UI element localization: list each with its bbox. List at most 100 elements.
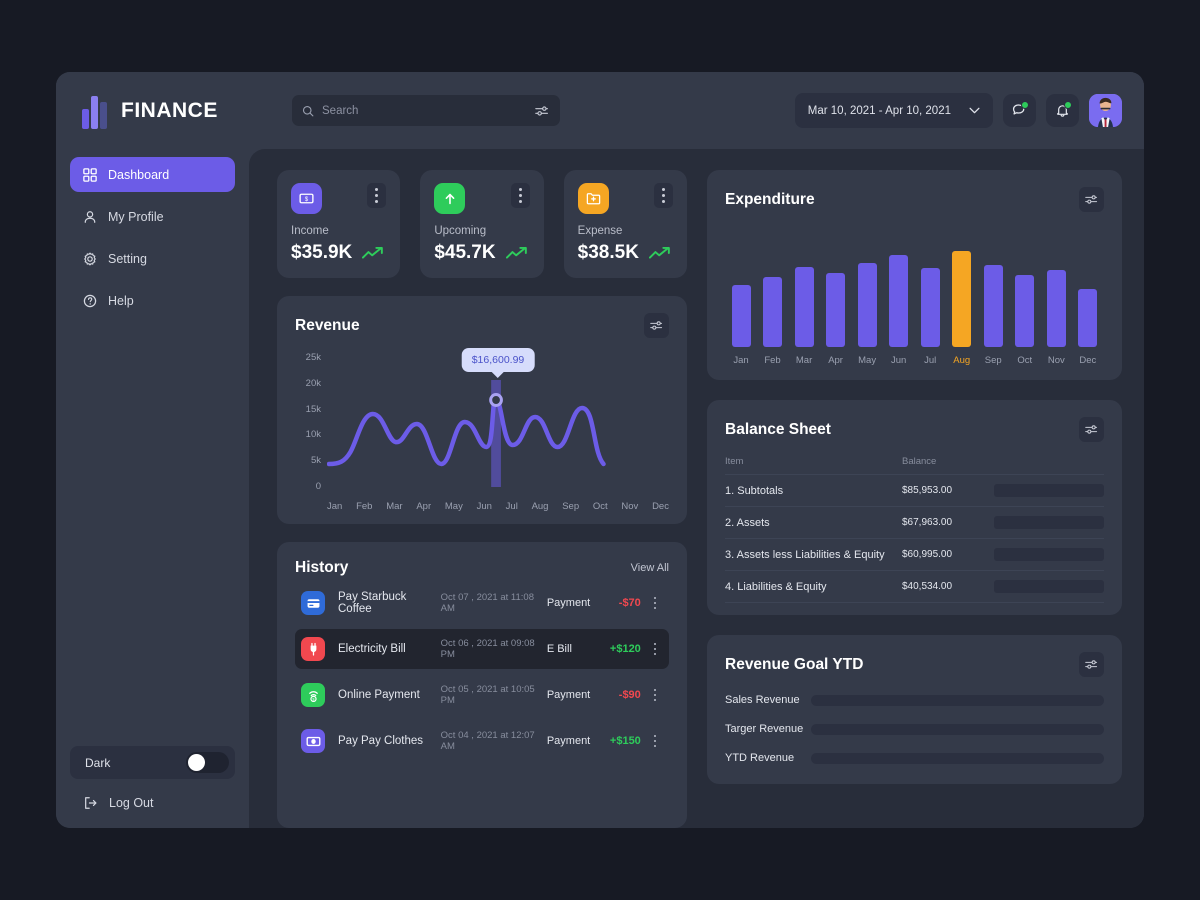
expenditure-bar[interactable] [920,268,940,347]
sliders-icon [1085,660,1098,669]
balance-amount: $60,995.00 [902,549,953,560]
trend-up-icon [505,246,527,259]
logout-button[interactable]: Log Out [70,796,235,810]
table-row[interactable]: 2. Assets $67,963.00 [725,507,1104,539]
history-row[interactable]: $ Online Payment Oct 05 , 2021 at 10:05 PM… [295,675,669,715]
expenditure-bar-group[interactable]: Jan [729,285,753,366]
revenue-goal-title: Revenue Goal YTD [725,655,864,673]
stat-card-upcoming[interactable]: Upcoming $45.7K [420,170,544,278]
balance-item-label: 2. Assets [725,516,770,529]
revenue-goal-card: Revenue Goal YTD Sales Revenue Targer Rev… [707,635,1122,784]
expenditure-bar[interactable] [1046,270,1066,347]
grid-icon [83,167,97,182]
history-row[interactable]: Pay Pay Clothes Oct 04 , 2021 at 12:07 AM… [295,721,669,761]
stat-label: Income [291,225,329,237]
expenditure-bar-label: Aug [953,355,971,366]
theme-switch[interactable] [186,752,229,773]
expenditure-bar[interactable] [731,285,751,347]
transaction-name: Electricity Bill [338,643,406,655]
expenditure-card: Expenditure Jan Feb Mar Apr May Jun Jul Aug Sep O… [707,170,1122,380]
transaction-menu-button[interactable] [649,734,661,748]
expenditure-bar-group[interactable]: Aug [950,251,974,366]
stat-value: $45.7K [434,242,496,263]
trend-up-icon [648,246,670,259]
stat-card-menu-button[interactable] [367,183,387,208]
history-row[interactable]: Pay Starbuck Coffee Oct 07 , 2021 at 11:0… [295,583,669,623]
transaction-name: Pay Pay Clothes [338,735,424,747]
expenditure-bar-group[interactable]: Oct [1013,275,1037,366]
theme-toggle[interactable]: Dark [70,746,235,779]
right-column: Expenditure Jan Feb Mar Apr May Jun Jul Aug Sep O… [707,170,1122,828]
revenue-filter-button[interactable] [644,313,669,338]
sliders-icon [1085,425,1098,434]
stat-card-menu-button[interactable] [653,183,673,208]
trend-up-icon [362,246,384,259]
theme-toggle-label: Dark [85,755,111,770]
bar-chart-logo-icon [82,93,110,129]
avatar[interactable] [1089,94,1122,127]
y-tick: 15k [305,403,321,415]
expenditure-bar[interactable] [983,265,1003,347]
balance-progress-track [994,580,1104,593]
history-row[interactable]: Electricity Bill Oct 06 , 2021 at 09:08 P… [295,629,669,669]
expenditure-bar-group[interactable]: May [855,263,879,366]
expenditure-filter-button[interactable] [1079,187,1104,212]
sidebar-item-setting[interactable]: Setting [70,241,235,276]
view-all-link[interactable]: View All [631,562,669,574]
expenditure-bar-label: Sep [984,355,1002,366]
notifications-button[interactable] [1046,94,1079,127]
money-bill-icon: $ [291,183,322,214]
x-tick: Mar [386,501,403,512]
search-bar[interactable] [292,95,560,126]
y-tick: 5k [310,455,321,467]
expenditure-bar-label: Oct [1017,355,1033,366]
expenditure-bar[interactable] [794,267,814,347]
messages-button[interactable] [1003,94,1036,127]
expenditure-bar[interactable] [952,251,972,347]
balance-sheet-filter-button[interactable] [1079,417,1104,442]
transaction-date: Oct 06 , 2021 at 09:08 PM [440,638,535,660]
expenditure-bar-group[interactable]: Mar [792,267,816,366]
expenditure-bar[interactable] [1078,289,1098,347]
stat-card-menu-button[interactable] [510,183,530,208]
expenditure-bar-label: Jan [733,355,749,366]
user-icon [84,210,96,223]
sidebar-item-my-profile[interactable]: My Profile [70,199,235,234]
sidebar-item-dashboard[interactable]: Dashboard [70,157,235,192]
expenditure-bar[interactable] [826,273,846,347]
user-avatar-icon [1089,94,1122,127]
stat-card-expense[interactable]: Expense $38.5K [563,170,687,278]
balance-item-label: 1. Subtotals [725,484,784,497]
y-tick: 10k [305,429,321,441]
revenue-goal-filter-button[interactable] [1079,652,1104,677]
expenditure-bar-group[interactable]: Apr [824,273,848,366]
expenditure-bar-group[interactable]: Feb [761,277,785,366]
expenditure-bar[interactable] [889,255,909,347]
x-tick: May [444,501,463,512]
expenditure-bar-group[interactable]: Dec [1076,289,1100,366]
transaction-menu-button[interactable] [649,688,661,702]
column-header-item: Item [725,456,744,467]
table-row[interactable]: 3. Assets less Liabilities & Equity $60,9… [725,539,1104,571]
expenditure-bar-group[interactable]: Sep [981,265,1005,366]
transaction-menu-button[interactable] [649,596,661,610]
sidebar-item-help[interactable]: Help [70,283,235,318]
expenditure-bar-group[interactable]: Jun [887,255,911,366]
logout-label: Log Out [109,796,154,810]
expenditure-bar[interactable] [857,263,877,347]
stat-card-income[interactable]: $ Income $35.9K [277,170,401,278]
transaction-menu-button[interactable] [649,642,661,656]
expenditure-bar-label: Mar [795,355,813,366]
date-range-label: Mar 10, 2021 - Apr 10, 2021 [807,104,951,117]
date-range-selector[interactable]: Mar 10, 2021 - Apr 10, 2021 [794,93,993,128]
stat-label: Expense [577,225,623,237]
table-row[interactable]: 1. Subtotals $85,953.00 [725,475,1104,507]
search-filter-icon[interactable] [535,105,549,117]
expenditure-bar[interactable] [1015,275,1035,347]
expenditure-bar-group[interactable]: Jul [918,268,942,366]
table-row[interactable]: 4. Liabilities & Equity $40,534.00 [725,571,1104,603]
search-input[interactable] [322,104,527,117]
expenditure-bar[interactable] [763,277,783,347]
stat-cards: $ Income $35.9K Upcoming $45.7K Expense … [277,170,687,278]
expenditure-bar-group[interactable]: Nov [1044,270,1068,366]
